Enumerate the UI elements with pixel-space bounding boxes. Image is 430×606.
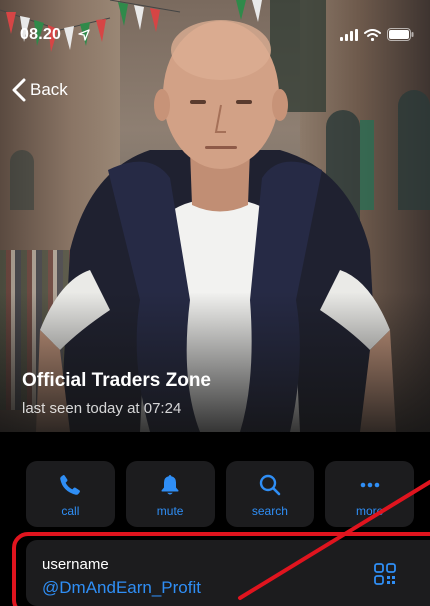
chevron-left-icon — [12, 78, 26, 102]
call-button[interactable]: call — [26, 461, 115, 527]
qr-code-icon[interactable] — [374, 563, 396, 585]
more-button[interactable]: more — [325, 461, 414, 527]
status-indicators — [340, 28, 414, 41]
magnifier-icon — [259, 474, 281, 496]
battery-icon — [387, 28, 414, 41]
last-seen-status: last seen today at 07:24 — [22, 400, 182, 417]
bell-icon — [161, 475, 179, 495]
signal-icon — [340, 28, 358, 41]
more-label: more — [355, 504, 384, 518]
ellipsis-icon — [360, 482, 379, 488]
action-bar: call mute search more — [26, 461, 414, 527]
call-label: call — [61, 504, 80, 518]
location-arrow-icon — [78, 29, 90, 41]
phone-icon — [60, 475, 81, 495]
search-button[interactable]: search — [225, 461, 315, 527]
profile-name: Official Traders Zone — [22, 370, 211, 391]
username-row[interactable]: username @DmAndEarn_Profit — [26, 540, 430, 606]
status-time: 08.20 — [20, 26, 62, 43]
back-label: Back — [30, 80, 68, 99]
username-value[interactable]: @DmAndEarn_Profit — [42, 578, 201, 598]
username-title: username — [42, 556, 109, 573]
mute-button[interactable]: mute — [125, 461, 215, 527]
profile-photo — [0, 0, 430, 432]
back-button[interactable]: Back — [12, 76, 68, 104]
status-bar: 08.20 — [0, 0, 430, 52]
search-label: search — [251, 504, 288, 518]
mute-label: mute — [156, 504, 184, 518]
wifi-icon — [364, 28, 381, 41]
